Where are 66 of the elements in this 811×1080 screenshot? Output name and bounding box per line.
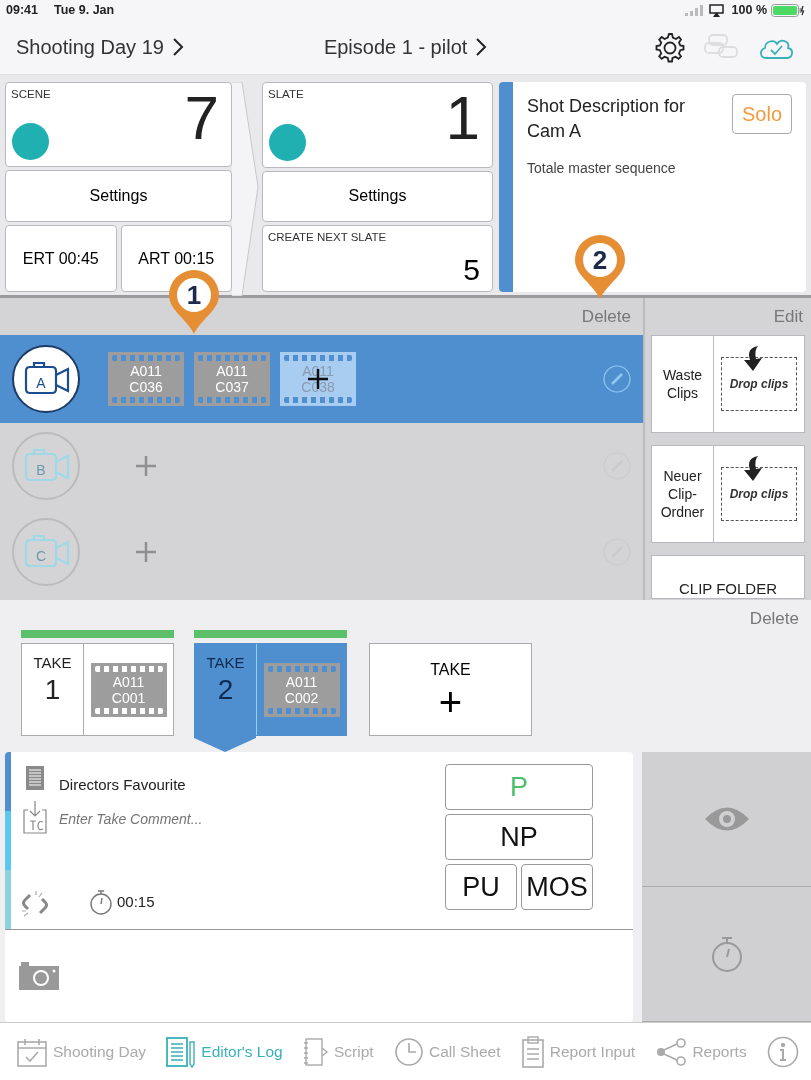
card-label: SLATE xyxy=(268,87,304,102)
plus-icon xyxy=(135,454,157,477)
stacked-boxes-icon[interactable] xyxy=(703,33,739,61)
take-flag-button[interactable]: NP xyxy=(445,814,593,860)
take-flag-button[interactable]: PU xyxy=(445,864,517,910)
folder-label: Neuer Clip-Ordner xyxy=(652,446,714,542)
film-clip: A011 C037 xyxy=(194,352,270,406)
view-button[interactable] xyxy=(642,752,811,887)
clip-folder-card[interactable]: Waste Clips Drop clips xyxy=(651,335,805,433)
folder-label: Waste Clips xyxy=(652,336,714,432)
battery-icon xyxy=(771,3,805,17)
take-number: 1 xyxy=(44,674,61,706)
share-icon xyxy=(655,1037,688,1066)
stopwatch-icon xyxy=(89,889,113,915)
settings-button[interactable]: Settings xyxy=(5,170,232,222)
stopwatch-icon xyxy=(709,935,744,973)
step-callout-tooltip: 2 xyxy=(575,235,625,299)
ert-button[interactable]: ERT 00:45 xyxy=(5,225,117,292)
airplay-icon xyxy=(708,3,724,17)
chevron-right-icon xyxy=(171,37,184,57)
step-callout-tooltip: 1 xyxy=(169,270,219,334)
edit-pencil-icon[interactable] xyxy=(603,365,631,393)
take-duration: 00:15 xyxy=(117,891,155,912)
clock-icon xyxy=(393,1036,424,1067)
clip-folder-button[interactable]: CLIP FOLDER xyxy=(651,555,805,599)
take-label: TAKE xyxy=(33,653,72,673)
clipboard-icon xyxy=(520,1035,545,1068)
battery-level: 100 % xyxy=(731,1,767,19)
status-time: 09:41 xyxy=(6,1,38,19)
delete-link[interactable]: Delete xyxy=(749,606,799,632)
broken-link-icon xyxy=(20,889,50,919)
timecode-import-icon xyxy=(23,800,47,834)
timer-button[interactable] xyxy=(642,887,811,1022)
drop-arrow-icon xyxy=(742,454,764,482)
shooting-day-title[interactable]: Shooting Day 19 xyxy=(16,32,164,62)
film-clip: A011 C001 xyxy=(90,662,167,717)
document-icon xyxy=(26,766,44,790)
camera-icon[interactable] xyxy=(17,962,61,990)
take-card[interactable]: TAKE 1 A011 C001 xyxy=(21,643,174,736)
card-number: 7 xyxy=(184,87,219,149)
episode-title[interactable]: Episode 1 - pilot xyxy=(323,32,468,62)
clip-folder-card[interactable]: Neuer Clip-Ordner Drop clips xyxy=(651,445,805,543)
create-next-slate-button[interactable]: CREATE NEXT SLATE 5 xyxy=(262,225,493,292)
take-flag-button[interactable]: MOS xyxy=(521,864,593,910)
take-label: TAKE xyxy=(206,653,245,673)
notepad-pencil-icon xyxy=(166,1035,197,1068)
chevron-right-icon xyxy=(475,37,488,57)
plus-icon xyxy=(135,541,157,563)
info-icon[interactable] xyxy=(766,1035,799,1068)
selection-pointer xyxy=(194,736,256,752)
film-clip: A011 C036 xyxy=(108,352,184,406)
card-label: SCENE xyxy=(11,87,51,102)
shot-title: Shot Description for Cam A xyxy=(527,95,687,143)
camera-button[interactable]: A xyxy=(12,345,80,413)
shot-description: Totale master sequence xyxy=(527,159,677,178)
settings-button[interactable]: Settings xyxy=(262,170,493,223)
signal-icon xyxy=(684,4,703,16)
drop-arrow-icon xyxy=(742,344,764,372)
take-title: Directors Favourite xyxy=(59,775,187,795)
status-date: Tue 9. Jan xyxy=(54,1,115,19)
card-number: 1 xyxy=(445,87,480,149)
new-take-button[interactable]: TAKE + xyxy=(369,643,532,736)
take-number: 2 xyxy=(217,674,234,706)
settings-icon[interactable] xyxy=(653,31,685,63)
film-clip: A011 C002 xyxy=(263,662,340,717)
notebook-icon xyxy=(303,1035,330,1068)
